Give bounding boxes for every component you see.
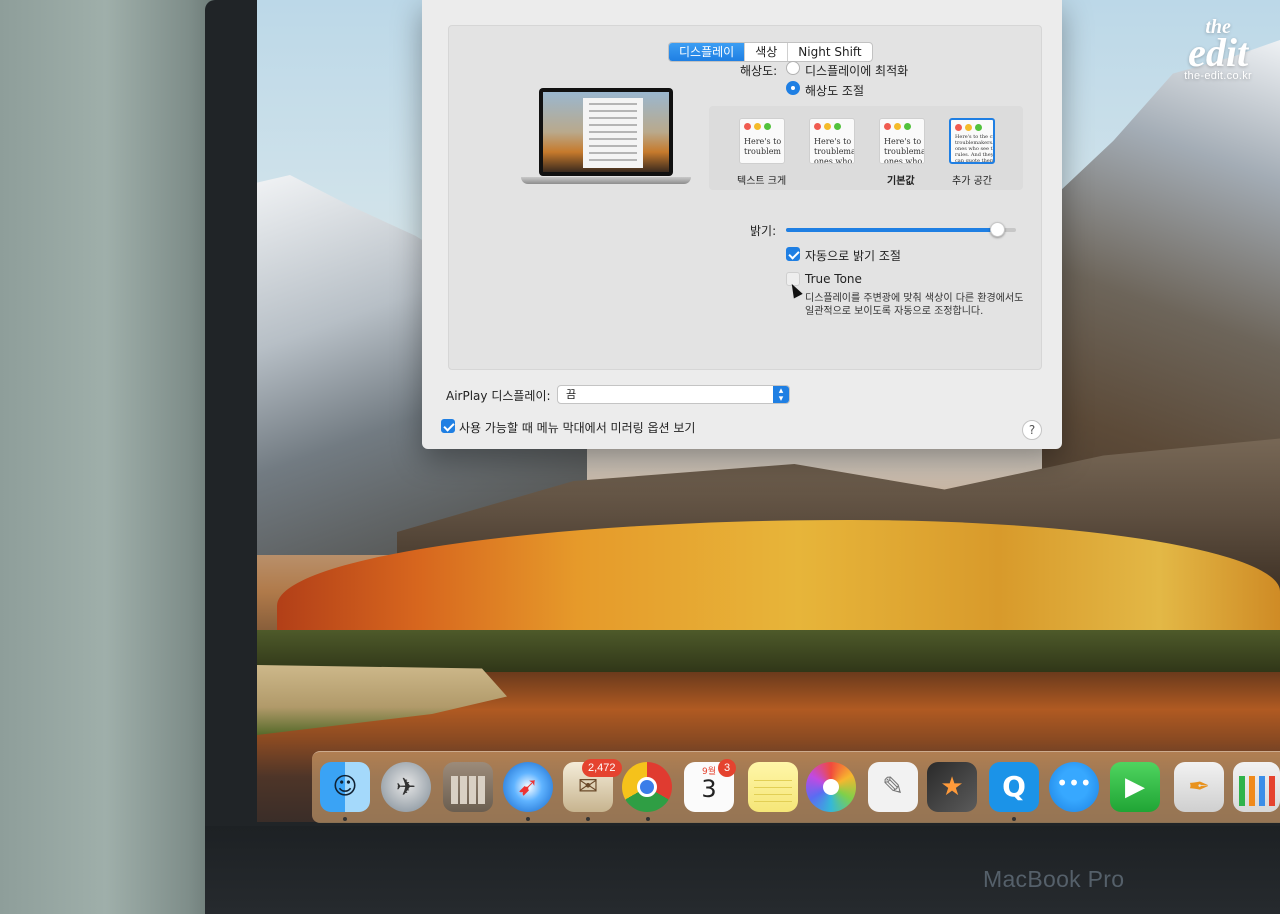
final-cut-icon[interactable]: ★ — [927, 762, 977, 812]
laptop-illustration-screen — [543, 92, 669, 172]
radio-optimized-label[interactable]: 디스플레이에 최적화 — [805, 62, 908, 79]
calculator-keys-icon — [451, 776, 485, 804]
mirroring-checkbox[interactable] — [441, 419, 455, 433]
true-tone-description-line1: 디스플레이를 주변광에 맞춰 색상이 다른 환경에서도 — [805, 293, 1024, 304]
chrome-icon[interactable] — [622, 762, 672, 812]
scale-option-preview: Here's to troublem — [744, 137, 782, 156]
scale-option-label: 기본값 — [887, 176, 915, 187]
dock-running-indicator — [646, 817, 650, 821]
notes-lines-icon — [754, 774, 792, 804]
resolution-label: 해상도: — [740, 64, 778, 78]
airplay-select-value: 끔 — [566, 388, 577, 401]
finder-face-icon: ☺ — [332, 772, 358, 800]
brightness-fill — [786, 228, 998, 232]
scale-option-label: 텍스트 크게 — [737, 176, 787, 187]
facetime-icon[interactable]: ▶ — [1110, 762, 1160, 812]
scale-option-2[interactable]: Here's to th troublemak ones who s — [809, 118, 855, 164]
auto-brightness-label[interactable]: 자동으로 밝기 조절 — [805, 247, 901, 264]
radio-scaled-label[interactable]: 해상도 조절 — [805, 82, 864, 99]
watermark-url: the-edit.co.kr — [1184, 70, 1252, 82]
notes-icon[interactable] — [748, 762, 798, 812]
finder-icon[interactable]: ☺ — [320, 762, 370, 812]
scale-option-more-space[interactable]: Here's to the crazy troublemakers. The o… — [949, 118, 995, 164]
calculator-icon[interactable] — [443, 762, 493, 812]
chrome-center-icon — [637, 777, 657, 797]
q-letter-icon: Q — [1002, 770, 1026, 803]
pages-icon[interactable]: ✒ — [1174, 762, 1224, 812]
pen-icon: ✎ — [882, 772, 904, 802]
quicktime-icon[interactable]: Q — [989, 762, 1039, 812]
calendar-badge: 3 — [718, 759, 737, 777]
mail-badge: 2,472 — [582, 759, 622, 777]
scale-option-preview: Here's to th troublemak ones who s — [814, 137, 854, 164]
rocket-icon: ✈ — [395, 773, 417, 801]
mirroring-label[interactable]: 사용 가능할 때 메뉴 막대에서 미러링 옵션 보기 — [459, 419, 695, 436]
photo-stage: MacBook Pro the edit the-edit.co.kr 디스플레… — [0, 0, 1280, 914]
watermark-edit: edit — [1188, 30, 1249, 75]
launchpad-icon[interactable]: ✈ — [381, 762, 431, 812]
select-arrows-icon: ▴ ▾ — [773, 386, 789, 404]
true-tone-label[interactable]: True Tone — [805, 272, 862, 286]
radio-scaled[interactable] — [786, 81, 800, 95]
clapper-icon: ★ — [940, 772, 964, 802]
dock-running-indicator — [1012, 817, 1016, 821]
brightness-label: 밝기: — [750, 224, 777, 238]
airplay-label: AirPlay 디스플레이: — [446, 389, 551, 403]
scale-option-default[interactable]: Here's to the troublemakers ones who see… — [879, 118, 925, 164]
scale-option-label: 추가 공간 — [952, 176, 992, 187]
chat-dots-icon: ••• — [1056, 771, 1092, 795]
tab-night-shift[interactable]: Night Shift — [787, 43, 871, 61]
compass-needle-icon: ➹ — [517, 772, 539, 802]
dock-running-indicator — [586, 817, 590, 821]
photos-icon[interactable] — [806, 762, 856, 812]
dock-running-indicator — [526, 817, 530, 821]
help-button[interactable]: ? — [1022, 420, 1042, 440]
airplay-select[interactable]: 끔 ▴ ▾ — [557, 385, 790, 404]
scale-option-preview: Here's to the troublemakers ones who see… — [884, 137, 925, 164]
laptop-illustration-document — [583, 98, 643, 168]
tab-color[interactable]: 색상 — [744, 43, 787, 61]
true-tone-description-line2: 일관적으로 보이도록 자동으로 조정합니다. — [805, 306, 984, 317]
desk-surface — [0, 0, 235, 914]
auto-brightness-checkbox[interactable] — [786, 247, 800, 261]
messages-icon[interactable]: ••• — [1049, 762, 1099, 812]
photos-flower-icon — [823, 779, 839, 795]
camera-icon: ▶ — [1125, 772, 1145, 802]
pages-pen-icon: ✒ — [1188, 772, 1210, 802]
safari-icon[interactable]: ➹ — [503, 762, 553, 812]
watermark: the edit the-edit.co.kr — [1184, 17, 1252, 82]
scale-option-preview: Here's to the crazy troublemakers. The o… — [955, 134, 995, 164]
radio-optimized[interactable] — [786, 61, 800, 75]
tab-bar: 디스플레이 색상 Night Shift — [668, 42, 873, 62]
calendar-day: 3 — [701, 775, 717, 803]
scale-option-larger-text[interactable]: Here's to troublem — [739, 118, 785, 164]
tab-display[interactable]: 디스플레이 — [669, 43, 745, 61]
scaled-resolution-picker: Here's to troublem 텍스트 크게 Here's to th t… — [709, 106, 1023, 190]
brightness-knob[interactable] — [989, 222, 1005, 237]
bar-chart-icon — [1239, 776, 1275, 806]
dock-running-indicator — [343, 817, 347, 821]
laptop-illustration-base — [521, 177, 691, 184]
numbers-icon[interactable] — [1233, 762, 1280, 812]
macbook-pro-label: MacBook Pro — [983, 866, 1125, 892]
textedit-icon[interactable]: ✎ — [868, 762, 918, 812]
